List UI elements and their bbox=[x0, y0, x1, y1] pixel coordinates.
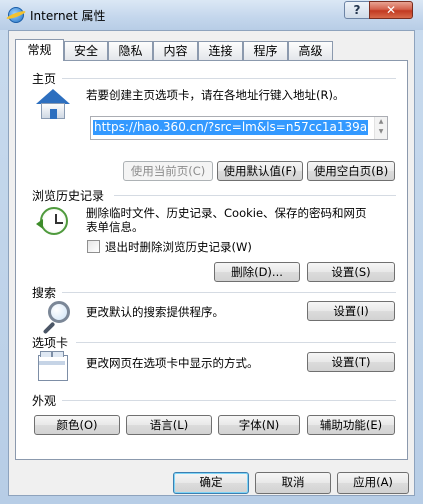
help-button[interactable]: ? bbox=[344, 1, 370, 19]
tabs-section-title: 选项卡 bbox=[32, 336, 69, 350]
accessibility-button[interactable]: 辅助功能(E) bbox=[307, 415, 395, 435]
tabs-description: 更改网页在选项卡中显示的方式。 bbox=[86, 356, 259, 370]
home-divider bbox=[62, 78, 396, 79]
delete-on-exit-label[interactable]: 退出时删除浏览历史记录(W) bbox=[105, 240, 252, 254]
tabs-icon bbox=[38, 351, 70, 383]
tab-general[interactable]: 常规 bbox=[15, 39, 64, 61]
magnifier-icon bbox=[40, 301, 72, 335]
window-title: Internet 属性 bbox=[30, 9, 106, 23]
internet-explorer-icon bbox=[8, 7, 24, 23]
appearance-section-title: 外观 bbox=[32, 394, 57, 408]
fonts-button[interactable]: 字体(N) bbox=[218, 415, 300, 435]
apply-button[interactable]: 应用(A) bbox=[337, 472, 409, 494]
tabs-settings-button[interactable]: 设置(T) bbox=[307, 352, 395, 372]
tab-privacy[interactable]: 隐私 bbox=[108, 41, 153, 60]
history-description-line2: 表单信息。 bbox=[86, 220, 144, 234]
search-divider bbox=[62, 292, 396, 293]
delete-on-exit-checkbox[interactable] bbox=[87, 240, 100, 253]
tab-security[interactable]: 安全 bbox=[64, 41, 108, 60]
appearance-divider bbox=[62, 400, 396, 401]
history-divider bbox=[114, 195, 396, 196]
home-section-title: 主页 bbox=[32, 72, 57, 86]
history-settings-button[interactable]: 设置(S) bbox=[307, 262, 395, 282]
use-blank-button[interactable]: 使用空白页(B) bbox=[307, 161, 395, 181]
search-description: 更改默认的搜索提供程序。 bbox=[86, 305, 224, 319]
colors-button[interactable]: 颜色(O) bbox=[34, 415, 120, 435]
home-url-input[interactable]: https://hao.360.cn/?src=lm&ls=n57cc1a139… bbox=[90, 116, 388, 140]
history-description-line1: 删除临时文件、历史记录、Cookie、保存的密码和网页 bbox=[86, 206, 367, 220]
tab-programs[interactable]: 程序 bbox=[243, 41, 288, 60]
delete-history-button[interactable]: 删除(D)... bbox=[214, 262, 300, 282]
home-description: 若要创建主页选项卡，请在各地址行键入地址(R)。 bbox=[86, 88, 345, 102]
tab-advanced[interactable]: 高级 bbox=[288, 41, 333, 60]
tab-panel-general: 主页 若要创建主页选项卡，请在各地址行键入地址(R)。 https://hao.… bbox=[15, 60, 408, 460]
cancel-button[interactable]: 取消 bbox=[255, 472, 331, 494]
search-settings-button[interactable]: 设置(I) bbox=[307, 301, 395, 321]
url-scrollbar[interactable]: ▲ ▼ bbox=[374, 117, 387, 139]
close-button[interactable]: ✕ bbox=[369, 1, 413, 19]
tab-content[interactable]: 内容 bbox=[153, 41, 198, 60]
tabs-divider bbox=[76, 342, 396, 343]
use-default-button[interactable]: 使用默认值(F) bbox=[217, 161, 303, 181]
search-section-title: 搜索 bbox=[32, 286, 57, 300]
home-icon bbox=[36, 89, 70, 121]
title-bar: Internet 属性 ? ✕ bbox=[0, 0, 423, 30]
dialog: 常规 安全 隐私 内容 连接 程序 高级 主页 若要创建主页选项卡，请在各地址行… bbox=[8, 30, 415, 496]
history-section-title: 浏览历史记录 bbox=[32, 189, 105, 203]
tab-connections[interactable]: 连接 bbox=[198, 41, 243, 60]
languages-button[interactable]: 语言(L) bbox=[126, 415, 212, 435]
clock-icon bbox=[36, 207, 70, 237]
home-url-text: https://hao.360.cn/?src=lm&ls=n57cc1a139… bbox=[93, 120, 369, 135]
ok-button[interactable]: 确定 bbox=[173, 472, 249, 494]
use-current-button[interactable]: 使用当前页(C) bbox=[123, 161, 213, 181]
